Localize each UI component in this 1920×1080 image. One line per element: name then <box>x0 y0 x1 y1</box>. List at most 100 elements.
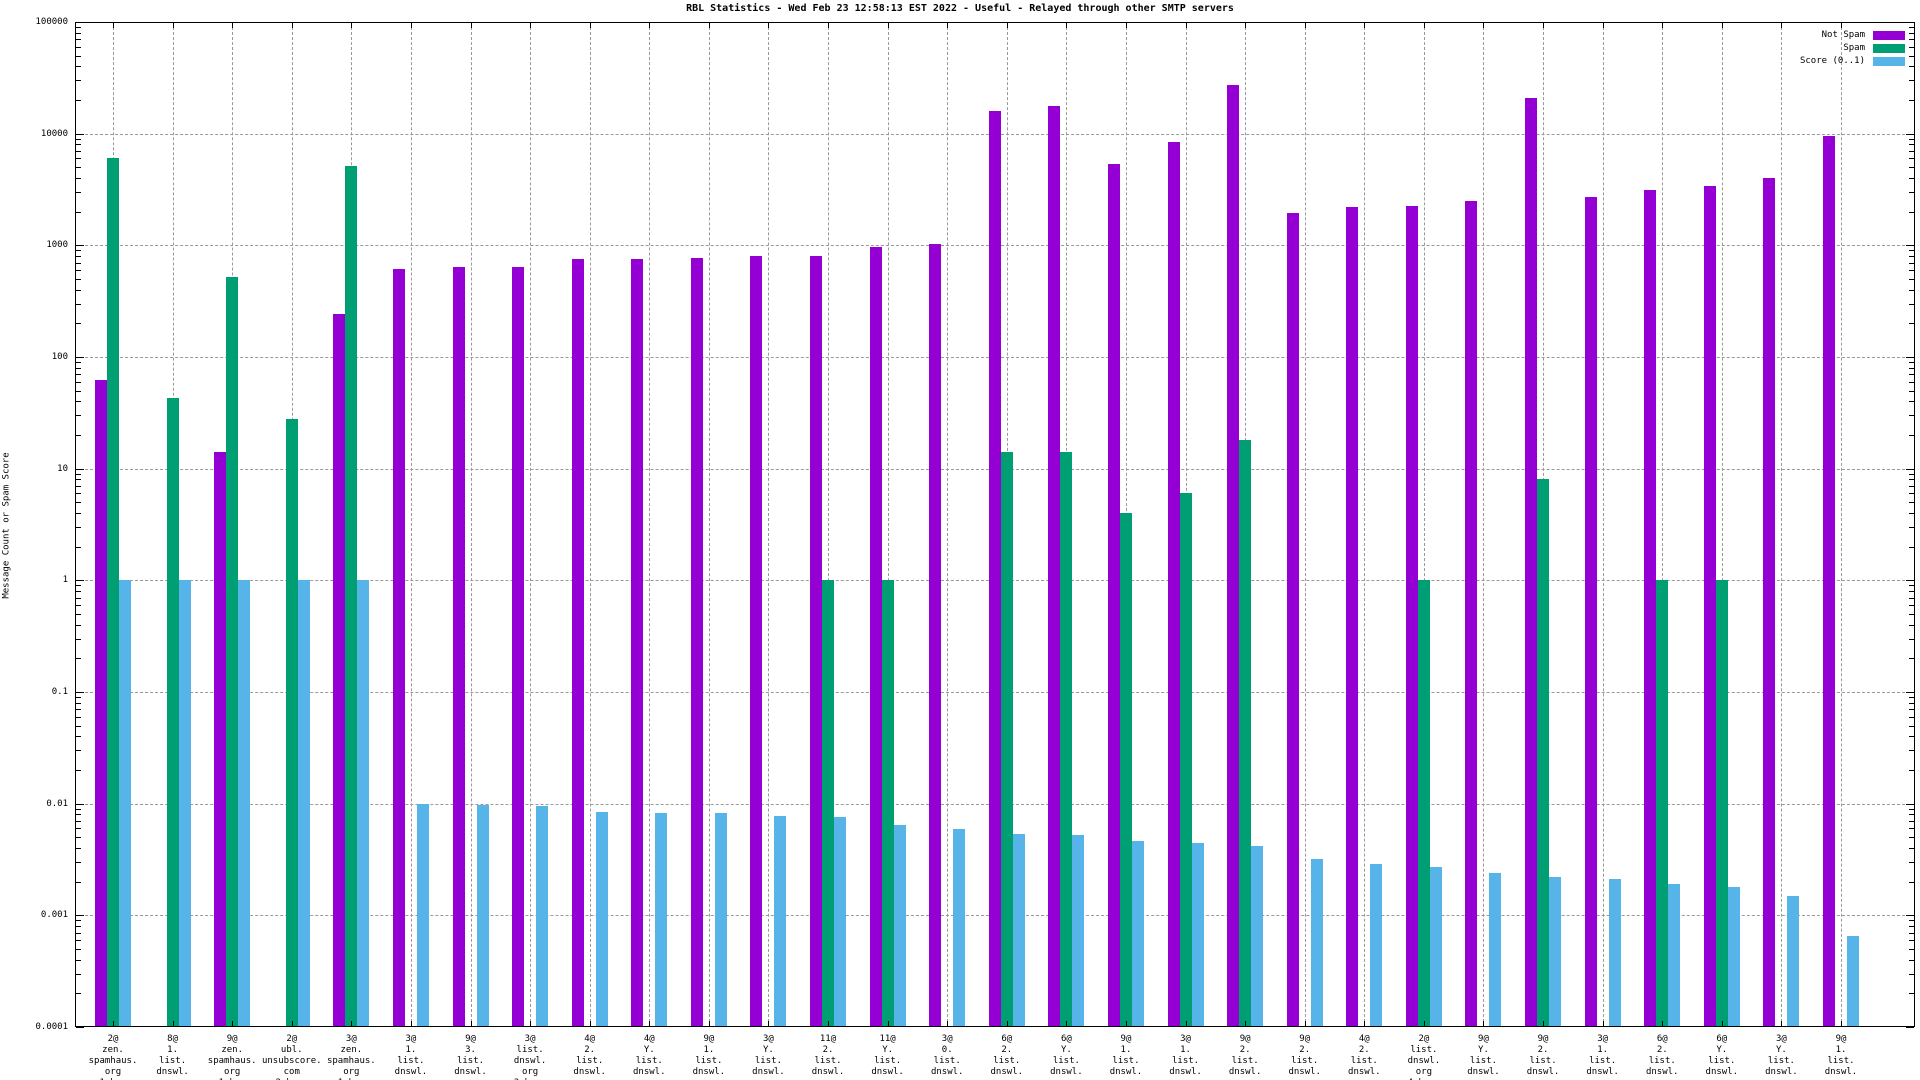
x-tick-label-line: dnswl. <box>1152 1067 1220 1078</box>
legend-swatch-spam <box>1873 44 1905 53</box>
y-minor-tick <box>76 100 81 101</box>
y-minor-tick <box>76 374 81 375</box>
y-minor-tick <box>1909 814 1914 815</box>
x-tick-label-line: 2@ <box>258 1034 326 1045</box>
x-tick-label-line: org <box>198 1067 266 1078</box>
y-minor-tick <box>1909 474 1914 475</box>
x-tick-label-line: list. <box>139 1056 207 1067</box>
x-tick-label-line: list. <box>1688 1056 1756 1067</box>
x-tick-label-line: dnswl. <box>377 1067 445 1078</box>
x-tick-label-line: ubl. <box>258 1045 326 1056</box>
x-tick-label-line: list. <box>1628 1056 1696 1067</box>
y-minor-tick <box>1909 770 1914 771</box>
y-minor-tick <box>76 717 81 718</box>
y-minor-tick <box>76 139 81 140</box>
y-minor-tick <box>76 151 81 152</box>
x-tick-label-line: 3@ <box>913 1034 981 1045</box>
x-tick-label: 6@2.list.dnswl.org2 hops <box>1628 1034 1696 1080</box>
y-minor-tick <box>1909 151 1914 152</box>
x-tick-label: 6@Y.list.dnswl.org1 hop <box>1032 1034 1100 1080</box>
x-tick-label-line: 6@ <box>973 1034 1041 1045</box>
x-tick-label: 4@2.list.dnswl.org2 hops <box>1330 1034 1398 1080</box>
y-minor-tick <box>1909 56 1914 57</box>
y-minor-tick <box>76 837 81 838</box>
x-tick-label-line: Y. <box>734 1045 802 1056</box>
y-minor-tick <box>76 435 81 436</box>
x-tick-label: 2@list.dnswl.org4 hops <box>1390 1034 1458 1080</box>
x-tick-label-line: dnswl. <box>1688 1067 1756 1078</box>
y-minor-tick <box>76 697 81 698</box>
y-minor-tick <box>1909 435 1914 436</box>
x-tick-label: 2@zen.spamhaus.org1 hop <box>79 1034 147 1080</box>
y-minor-tick <box>76 362 81 363</box>
x-tick-label-line: 0. <box>913 1045 981 1056</box>
x-tick-label-line: 9@ <box>437 1034 505 1045</box>
x-tick <box>590 1021 591 1026</box>
legend-label-not-spam: Not Spam <box>1822 30 1865 40</box>
y-minor-tick <box>76 821 81 822</box>
x-tick-label-line: 2. <box>973 1045 1041 1056</box>
y-minor-tick <box>76 513 81 514</box>
x-tick-label-line: list. <box>1271 1056 1339 1067</box>
legend-label-spam: Spam <box>1843 43 1865 53</box>
x-tick <box>351 1021 352 1026</box>
y-minor-tick <box>76 493 81 494</box>
x-tick-label-line: dnswl. <box>615 1067 683 1078</box>
y-minor-tick <box>1909 391 1914 392</box>
x-tick <box>1126 1021 1127 1026</box>
x-tick <box>1781 23 1782 28</box>
y-major-tick <box>76 1027 84 1028</box>
x-tick <box>411 23 412 28</box>
x-tick-label-line: 2. <box>556 1045 624 1056</box>
x-tick-label-line: Y. <box>615 1045 683 1056</box>
x-tick-label-line: 1. <box>1092 1045 1160 1056</box>
y-minor-tick <box>76 33 81 34</box>
legend-label-score: Score (0..1) <box>1800 56 1865 66</box>
y-minor-tick <box>76 479 81 480</box>
y-major-tick <box>76 357 84 358</box>
y-major-tick <box>76 22 84 23</box>
y-minor-tick <box>1909 591 1914 592</box>
x-tick-label-line: list. <box>496 1045 564 1056</box>
x-tick <box>649 23 650 28</box>
y-major-tick <box>1906 1027 1914 1028</box>
x-tick <box>1305 1021 1306 1026</box>
y-minor-tick <box>1909 605 1914 606</box>
x-tick <box>173 1021 174 1026</box>
y-minor-tick <box>76 502 81 503</box>
x-tick <box>1483 1021 1484 1026</box>
y-minor-tick <box>76 486 81 487</box>
y-minor-tick <box>1909 547 1914 548</box>
y-minor-tick <box>76 279 81 280</box>
y-minor-tick <box>76 614 81 615</box>
y-major-tick <box>76 692 84 693</box>
y-major-tick <box>1906 915 1914 916</box>
x-tick <box>1841 1021 1842 1026</box>
y-minor-tick <box>1909 862 1914 863</box>
x-tick-label-line: list. <box>734 1056 802 1067</box>
y-minor-tick <box>1909 382 1914 383</box>
y-minor-tick <box>1909 960 1914 961</box>
x-tick <box>471 23 472 28</box>
x-tick-label-line: org <box>317 1067 385 1078</box>
y-minor-tick <box>1909 837 1914 838</box>
y-major-tick <box>1906 357 1914 358</box>
x-tick-label: 6@Y.list.dnswl.org2 hops <box>1688 1034 1756 1080</box>
x-tick-label-line: 3@ <box>1569 1034 1637 1045</box>
y-minor-tick <box>1909 80 1914 81</box>
x-tick-label-line: org <box>496 1067 564 1078</box>
y-minor-tick <box>76 960 81 961</box>
y-minor-tick <box>1909 270 1914 271</box>
x-tick-label-line: dnswl. <box>556 1067 624 1078</box>
x-tick-label-line: list. <box>377 1056 445 1067</box>
x-tick-label-line: 4@ <box>1330 1034 1398 1045</box>
x-tick <box>709 23 710 28</box>
x-tick-label-line: 2@ <box>79 1034 147 1045</box>
y-minor-tick <box>76 814 81 815</box>
y-minor-tick <box>76 323 81 324</box>
y-minor-tick <box>76 212 81 213</box>
x-tick <box>828 23 829 28</box>
y-minor-tick <box>1909 882 1914 883</box>
x-tick <box>947 23 948 28</box>
y-minor-tick <box>1909 401 1914 402</box>
